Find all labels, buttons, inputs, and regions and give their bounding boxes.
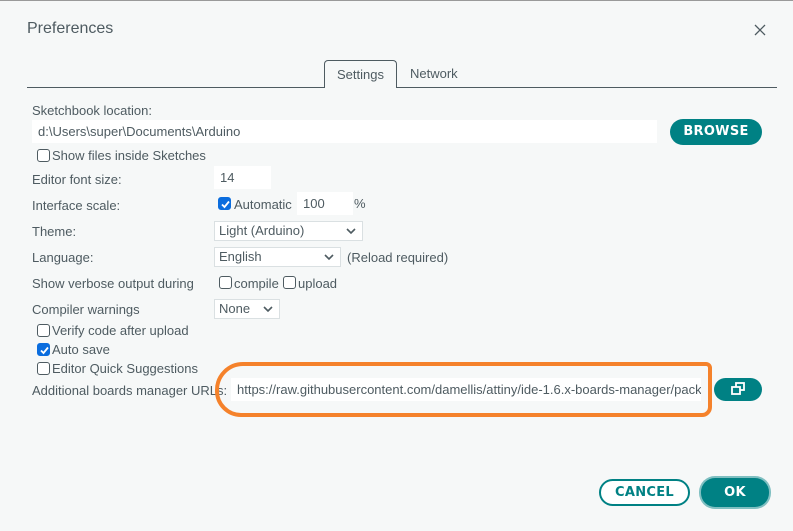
automatic-scale-checkbox[interactable]	[218, 197, 231, 210]
language-label: Language:	[32, 250, 94, 265]
verbose-compile-checkbox[interactable]	[219, 276, 232, 289]
sketchbook-location-input[interactable]: d:\Users\super\Documents\Arduino	[32, 120, 657, 143]
language-selected-value: English	[219, 249, 262, 264]
theme-select[interactable]: Light (Arduino)	[214, 221, 363, 241]
open-window-icon	[731, 382, 745, 395]
verbose-upload-checkbox[interactable]	[283, 276, 296, 289]
language-reload-note: (Reload required)	[347, 250, 449, 265]
verify-code-checkbox[interactable]	[37, 324, 50, 337]
show-files-label: Show files inside Sketches	[52, 148, 206, 163]
auto-save-label: Auto save	[52, 342, 110, 357]
compiler-warnings-select[interactable]: None	[214, 299, 280, 319]
close-icon[interactable]	[752, 22, 768, 38]
tab-settings[interactable]: Settings	[324, 60, 397, 88]
additional-urls-label: Additional boards manager URLs:	[32, 383, 228, 398]
editor-quick-suggestions-label: Editor Quick Suggestions	[52, 361, 198, 376]
tab-network[interactable]: Network	[410, 60, 458, 88]
window-top-border	[0, 0, 793, 1]
chevron-down-icon	[324, 254, 334, 261]
verbose-compile-label: compile	[234, 276, 279, 291]
theme-selected-value: Light (Arduino)	[219, 223, 305, 238]
editor-font-size-input[interactable]: 14	[214, 166, 271, 189]
browse-button[interactable]: BROWSE	[670, 119, 762, 145]
show-files-checkbox[interactable]	[37, 149, 50, 162]
automatic-scale-label: Automatic	[234, 197, 292, 212]
compiler-warnings-selected-value: None	[219, 301, 251, 316]
chevron-down-icon	[346, 228, 356, 235]
compiler-warnings-label: Compiler warnings	[32, 302, 140, 317]
editor-quick-suggestions-checkbox[interactable]	[37, 362, 50, 375]
verbose-output-label: Show verbose output during	[32, 276, 194, 291]
cancel-button[interactable]: CANCEL	[599, 479, 690, 506]
edit-urls-button[interactable]	[714, 378, 762, 401]
editor-font-size-label: Editor font size:	[32, 172, 122, 187]
theme-label: Theme:	[32, 224, 77, 239]
sketchbook-location-label: Sketchbook location:	[32, 103, 152, 118]
additional-urls-input[interactable]: https://raw.githubusercontent.com/damell…	[231, 378, 701, 401]
ok-button[interactable]: OK	[701, 478, 769, 507]
language-select[interactable]: English	[214, 247, 341, 267]
verify-code-label: Verify code after upload	[52, 323, 189, 338]
interface-scale-label: Interface scale:	[32, 198, 121, 213]
auto-save-checkbox[interactable]	[37, 343, 50, 356]
interface-scale-input[interactable]: 100	[297, 192, 353, 215]
verbose-upload-label: upload	[298, 276, 338, 291]
chevron-down-icon	[263, 306, 273, 313]
interface-scale-unit: %	[354, 196, 366, 211]
dialog-title: Preferences	[27, 20, 114, 37]
